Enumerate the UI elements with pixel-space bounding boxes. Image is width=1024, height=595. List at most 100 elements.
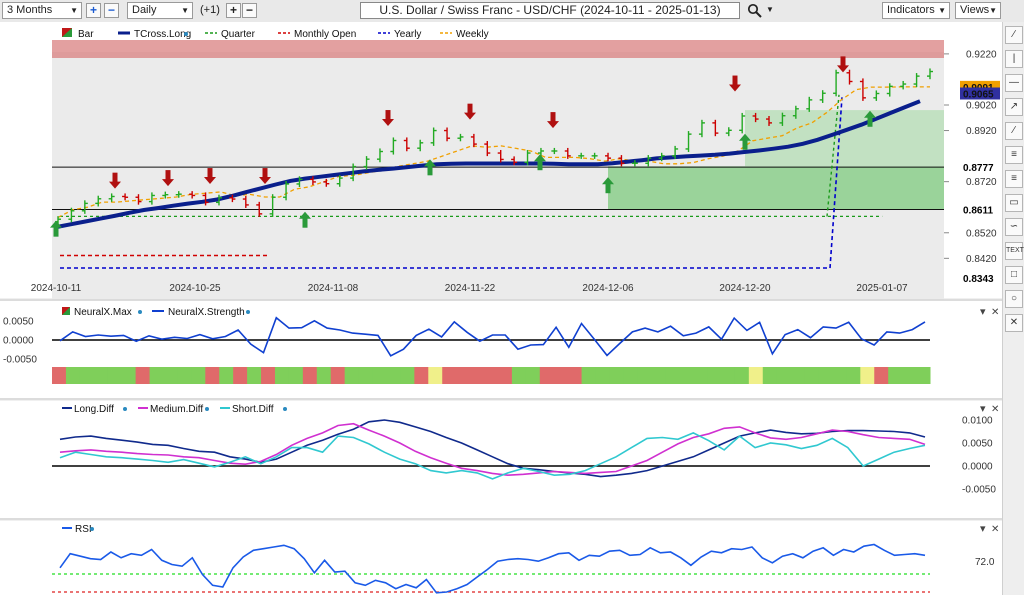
neuralx-max-block	[553, 367, 569, 384]
neuralx-max-block	[497, 367, 513, 384]
zoom-out-button[interactable]: −	[104, 3, 119, 18]
settings-dot-icon[interactable]	[205, 407, 209, 411]
symbol-title[interactable]: U.S. Dollar / Swiss Franc - USD/CHF (202…	[360, 2, 740, 19]
neuralx-max-block	[581, 367, 597, 384]
neuralx-max-block	[428, 367, 443, 384]
x-tick-label: 2024-12-06	[582, 283, 634, 294]
legend-label: Short.Diff	[232, 404, 274, 415]
rsi-pane-bg	[0, 521, 1002, 595]
price-label: 0.9065	[963, 89, 994, 100]
x-tick-label: 2024-10-25	[169, 283, 221, 294]
settings-dot-icon[interactable]	[90, 527, 94, 531]
neuralx-max-block	[233, 367, 248, 384]
support-zone-upper	[745, 110, 944, 167]
neuralx-max-block	[135, 367, 151, 384]
offset-increase-button[interactable]: +	[226, 3, 241, 18]
neuralx-max-block	[261, 367, 276, 384]
settings-dot-icon[interactable]	[123, 407, 127, 411]
y-tick-label: 72.0	[975, 557, 995, 568]
zoom-in-button[interactable]: +	[86, 3, 101, 18]
resistance-zone	[52, 40, 944, 58]
neuralx-max-block	[330, 367, 346, 384]
neuralx-max-block	[860, 367, 875, 384]
rectangle-tool-icon[interactable]: □	[1005, 266, 1023, 284]
period-select[interactable]: 3 Months ▼	[2, 2, 82, 19]
neuralx-max-block	[595, 367, 610, 384]
legend-label: Yearly	[394, 29, 421, 40]
buy-signal-icon-stem	[53, 226, 59, 237]
neuralx-max-block	[637, 367, 652, 384]
neuralx-max-block	[818, 367, 833, 384]
neuralx-max-block	[442, 367, 457, 384]
legend-label: Monthly Open	[294, 29, 356, 40]
settings-dot-icon[interactable]	[283, 407, 287, 411]
sell-signal-icon-stem	[732, 75, 738, 86]
neuralx-max-block	[191, 367, 206, 384]
y-tick-label: 0.0050	[962, 439, 993, 450]
vertical-line-tool-icon[interactable]: |	[1005, 50, 1023, 68]
sell-signal-icon-stem	[840, 56, 846, 67]
chevron-down-icon: ▾	[980, 403, 986, 415]
offset-decrease-button[interactable]: −	[242, 3, 257, 18]
interval-select[interactable]: Daily ▼	[127, 2, 193, 19]
x-tick-label: 2024-11-22	[445, 283, 496, 294]
neuralx-max-block	[679, 367, 694, 384]
legend-label: Bar	[78, 29, 94, 40]
neuralx-max-block	[386, 367, 401, 384]
sell-signal-icon-stem	[165, 170, 171, 181]
close-icon: ✕	[991, 404, 999, 415]
x-tick-label: 2024-12-20	[719, 283, 771, 294]
settings-dot-icon[interactable]	[184, 32, 188, 36]
neuralx-max-block	[888, 367, 903, 384]
chevron-down-icon: ▾	[980, 523, 986, 535]
toolbar: 3 Months ▼ + − Daily ▼ (+1) + − U.S. Dolla…	[0, 0, 1024, 23]
neuralx-max-block	[748, 367, 764, 384]
neuralx-max-block	[65, 367, 81, 384]
neuralx-max-block	[776, 367, 792, 384]
neuralx-max-block	[274, 367, 290, 384]
price-label: 0.8777	[963, 163, 994, 174]
neuralx-max-block	[344, 367, 360, 384]
neuralx-max-block	[414, 367, 429, 384]
fib-fan-tool-icon[interactable]: ≡	[1005, 170, 1023, 188]
settings-dot-icon[interactable]	[246, 310, 250, 314]
fibonacci-tool-icon[interactable]: ≡	[1005, 146, 1023, 164]
neuralx-max-block	[93, 367, 109, 384]
neuralx-max-block	[177, 367, 192, 384]
channel-tool-icon[interactable]: ∕	[1005, 122, 1023, 140]
ellipse-tool-icon[interactable]: ○	[1005, 290, 1023, 308]
neuralx-max-block	[484, 367, 499, 384]
arc-tool-icon[interactable]: ∽	[1005, 218, 1023, 236]
views-button[interactable]: Views ▼	[955, 2, 1001, 19]
neuralx-max-block	[288, 367, 304, 384]
neuralx-max-block	[121, 367, 137, 384]
neuralx-max-block	[163, 367, 178, 384]
ray-tool-icon[interactable]: ↗	[1005, 98, 1023, 116]
drawing-toolbar: ∕ | — ↗ ∕ ≡ ≡ ▭ ∽ TEXT □ ○ ✕	[1002, 22, 1024, 595]
indicators-button[interactable]: Indicators ▼	[882, 2, 950, 19]
neuralx-max-block	[734, 367, 750, 384]
neuralx-max-block	[623, 367, 638, 384]
y-tick-label: -0.0050	[962, 485, 996, 496]
y-tick-label: 0.8920	[966, 126, 997, 137]
text-tool-icon[interactable]: TEXT	[1005, 242, 1024, 260]
neuralx-max-block	[539, 367, 555, 384]
y-tick-label: 0.0000	[962, 462, 993, 473]
horizontal-line-tool-icon[interactable]: —	[1005, 74, 1023, 92]
neuralx-max-block	[372, 367, 387, 384]
neuralx-max-block	[470, 367, 485, 384]
neuralx-max-block	[720, 367, 736, 384]
neuralx-max-block	[456, 367, 471, 384]
legend-label: TCross.Long	[134, 29, 191, 40]
price-label: 0.8343	[963, 274, 994, 285]
chart-area: 0.9220 0.9020 0.8920 0.8720 0.8520 0.8420 0.90…	[0, 22, 1002, 595]
delete-drawings-icon[interactable]: ✕	[1005, 314, 1023, 332]
chevron-down-icon: ▼	[938, 6, 946, 15]
trend-line-tool-icon[interactable]: ∕	[1005, 26, 1023, 44]
neuralx-max-block	[302, 367, 318, 384]
callout-tool-icon[interactable]: ▭	[1005, 194, 1023, 212]
search-icon[interactable]	[747, 3, 763, 19]
settings-dot-icon[interactable]	[138, 310, 142, 314]
chevron-down-icon[interactable]: ▼	[766, 5, 774, 14]
neuralx-max-block	[567, 367, 583, 384]
